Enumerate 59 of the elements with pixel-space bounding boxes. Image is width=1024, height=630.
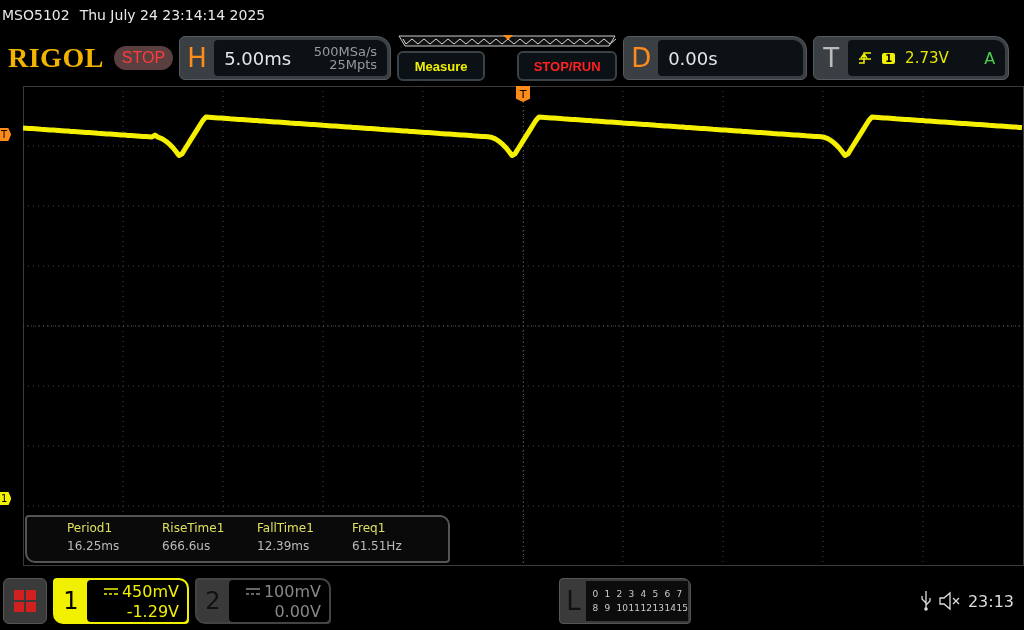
measurement-name: FallTime1	[257, 521, 315, 535]
measurement-value: 61.51Hz	[352, 539, 403, 553]
channel-scale: 450mV	[121, 582, 179, 602]
trigger-label: T	[822, 42, 841, 75]
measurement-name: RiseTime1	[162, 521, 226, 535]
logic-bit: 13	[652, 603, 664, 613]
trigger-level-marker: T	[0, 128, 12, 141]
logic-bit: 14	[664, 603, 676, 613]
horizontal-label: H	[186, 42, 208, 75]
logic-bit: 11	[628, 603, 641, 613]
usb-icon	[919, 591, 932, 611]
model-name: MSO5102	[2, 7, 70, 23]
brand-logo: RIGOL	[8, 42, 104, 74]
logic-bit: 7	[676, 589, 684, 599]
memory-depth: 25Mpts	[329, 58, 378, 71]
dc-coupling-icon	[245, 588, 260, 596]
measurement-name: Freq1	[352, 521, 387, 535]
logic-bit: 0	[592, 589, 600, 599]
clock-time: 23:13	[967, 591, 1014, 611]
logic-bit: 3	[628, 589, 636, 599]
logic-bit: 1	[604, 589, 612, 599]
horizontal-panel[interactable]: H 5.00ms 500MSa/s 25Mpts	[179, 36, 392, 80]
menu-button[interactable]	[3, 578, 47, 624]
measurement-value: 16.25ms	[67, 539, 121, 553]
measurement-value: 12.39ms	[257, 539, 311, 553]
measurement-name: Period1	[67, 521, 114, 535]
logic-bit: 4	[640, 589, 648, 599]
channel-offset: -1.29V	[126, 602, 179, 622]
logic-bit: 5	[652, 589, 660, 599]
logic-bit: 2	[616, 589, 624, 599]
measurement-value: 666.6us	[162, 539, 212, 553]
stop-run-button[interactable]: STOP/RUN	[517, 51, 618, 81]
trigger-panel[interactable]: T 1 2.73V A	[813, 36, 1010, 80]
logic-bit: 8	[592, 603, 600, 613]
muted-speaker-icon	[937, 591, 962, 611]
delay-label: D	[630, 42, 653, 75]
logic-bit: 9	[604, 603, 612, 613]
date-time: Thu July 24 23:14:14 2025	[79, 7, 266, 23]
trigger-level: 2.73V	[905, 49, 949, 67]
timebase-value: 5.00ms	[224, 47, 292, 69]
channel-scale: 100mV	[263, 582, 321, 602]
channel-offset: 0.00V	[274, 602, 321, 622]
logic-bit: 10	[616, 603, 628, 613]
dc-coupling-icon	[103, 588, 118, 596]
logic-bit: 12	[640, 603, 653, 613]
trigger-position-marker: T	[516, 86, 530, 102]
sample-rate: 500MSa/s	[313, 45, 378, 58]
rising-edge-icon	[858, 51, 873, 65]
logic-bit: 15	[676, 603, 689, 613]
trigger-source: 1	[882, 52, 896, 64]
delay-value: 0.00s	[668, 47, 718, 69]
channel-tab[interactable]: 1 450mV -1.29V	[53, 578, 189, 624]
logic-bit: 6	[664, 589, 672, 599]
measure-button[interactable]: Measure	[397, 51, 486, 81]
channel-marker: 1	[0, 492, 12, 505]
trigger-mode: A	[984, 48, 996, 68]
grid-icon	[14, 590, 36, 612]
channel-number: 1	[62, 586, 80, 617]
delay-panel[interactable]: D 0.00s	[623, 36, 808, 80]
